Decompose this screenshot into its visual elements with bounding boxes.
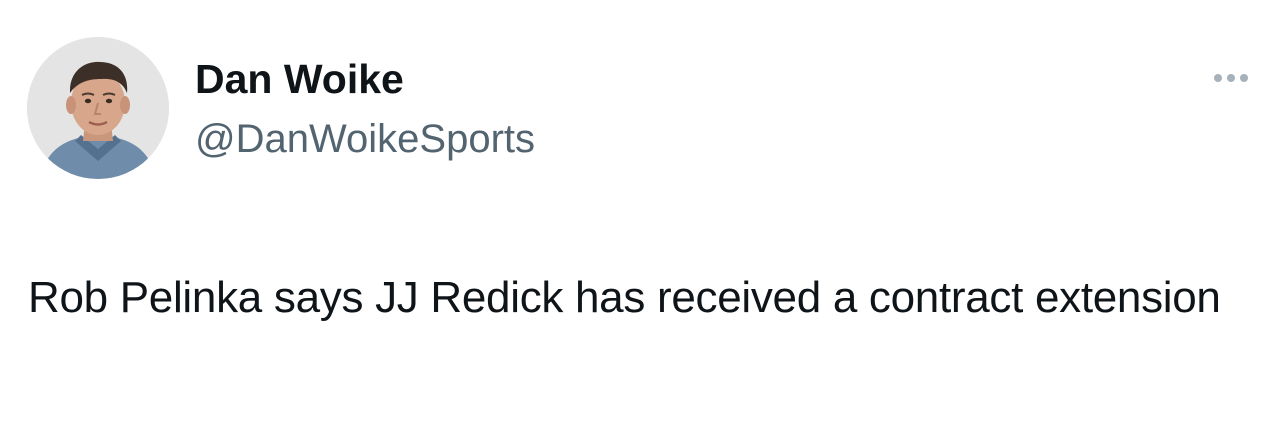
author-display-name[interactable]: Dan Woike [195, 54, 404, 104]
more-dot [1227, 74, 1235, 82]
more-options-button[interactable] [1203, 64, 1259, 92]
avatar-photo [27, 37, 169, 179]
author-handle[interactable]: @DanWoikeSports [195, 114, 535, 164]
tweet-text: Rob Pelinka says JJ Redick has received … [28, 273, 1221, 322]
avatar[interactable] [27, 37, 169, 179]
tweet-card: Dan Woike @DanWoikeSports Rob Pelinka sa… [0, 0, 1284, 423]
more-dot [1240, 74, 1248, 82]
more-horizontal-icon [1214, 74, 1248, 82]
more-dot [1214, 74, 1222, 82]
